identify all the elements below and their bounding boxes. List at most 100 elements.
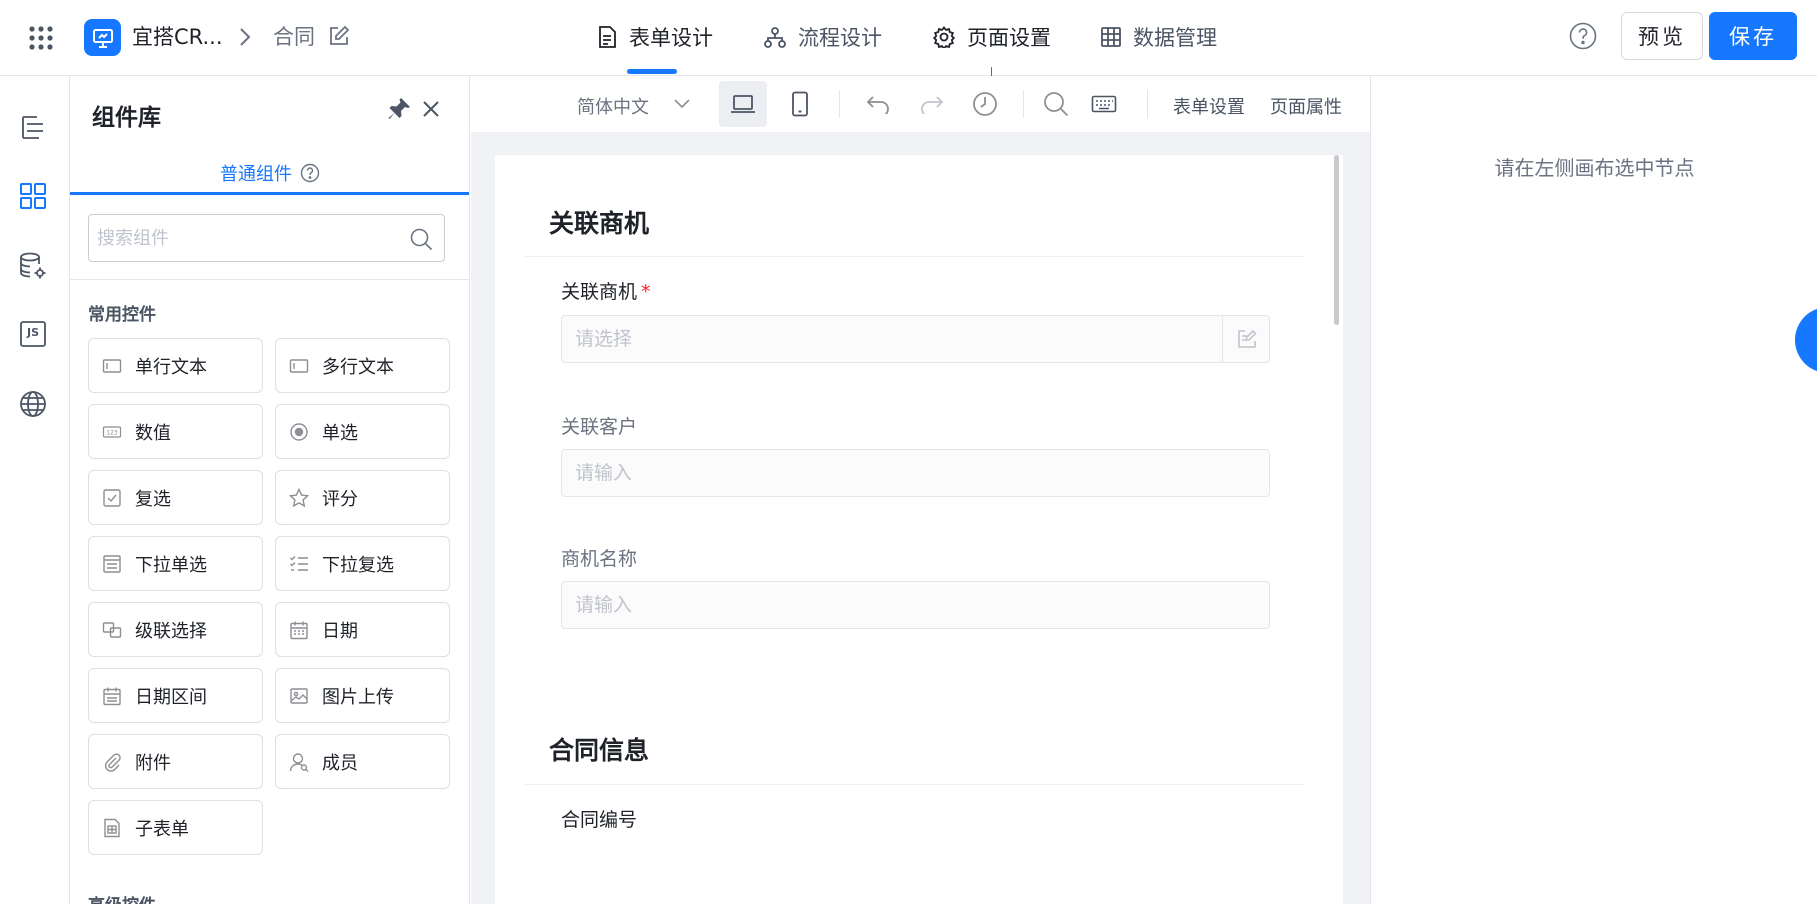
field-label: 商机名称 (561, 548, 638, 570)
desktop-view-button[interactable] (719, 81, 767, 127)
chevron-down-icon[interactable] (673, 98, 691, 110)
component-single-line-text[interactable]: 单行文本 (88, 338, 263, 393)
member-icon (289, 752, 309, 772)
tab-common-components[interactable]: 普通组件 (70, 156, 469, 190)
search-button[interactable] (1032, 81, 1080, 127)
component-label: 附件 (135, 752, 171, 774)
divider (839, 90, 840, 118)
active-tab-indicator (627, 69, 677, 74)
tab-form-design[interactable]: 表单设计 (597, 22, 713, 52)
component-rating[interactable]: 评分 (275, 470, 450, 525)
js-icon[interactable]: JS (18, 319, 48, 349)
redo-button[interactable] (908, 81, 956, 127)
radio-icon (289, 422, 309, 442)
component-multi-line-text[interactable]: 多行文本 (275, 338, 450, 393)
tab-page-settings[interactable]: 页面设置 (933, 22, 1051, 52)
divider (1147, 90, 1148, 118)
redo-icon (919, 94, 945, 114)
undo-button[interactable] (854, 81, 902, 127)
search-input[interactable] (89, 215, 399, 261)
component-member[interactable]: 成员 (275, 734, 450, 789)
form-settings-link[interactable]: 表单设置 (1173, 93, 1245, 119)
divider (70, 279, 469, 280)
star-icon (289, 487, 309, 508)
mobile-view-button[interactable] (776, 81, 824, 127)
component-label: 日期区间 (135, 686, 207, 708)
component-label: 下拉复选 (322, 554, 394, 576)
preview-button[interactable]: 预览 (1621, 12, 1703, 60)
divider (525, 784, 1305, 785)
tab-marker (991, 67, 992, 76)
components-icon[interactable] (18, 181, 48, 211)
component-dropdown-select[interactable]: 下拉单选 (88, 536, 263, 591)
component-search (88, 214, 445, 262)
page-name[interactable]: 合同 (273, 22, 315, 52)
component-label: 成员 (322, 752, 358, 774)
table-icon (1101, 27, 1121, 47)
component-label: 级联选择 (135, 620, 207, 642)
component-image-upload[interactable]: 图片上传 (275, 668, 450, 723)
edit-icon[interactable] (328, 25, 350, 47)
close-icon[interactable] (421, 99, 441, 119)
component-attachment[interactable]: 附件 (88, 734, 263, 789)
component-label: 复选 (135, 488, 171, 510)
app-logo-icon[interactable] (84, 19, 121, 56)
app-name[interactable]: 宜搭CR... (132, 22, 223, 52)
datasource-icon[interactable] (18, 251, 48, 281)
page-properties-link[interactable]: 页面属性 (1270, 93, 1342, 119)
history-button[interactable] (961, 81, 1009, 127)
component-label: 评分 (322, 488, 358, 510)
outline-icon[interactable] (18, 112, 48, 142)
section-title[interactable]: 关联商机 (549, 204, 649, 240)
component-radio[interactable]: 单选 (275, 404, 450, 459)
image-upload-icon (289, 686, 309, 706)
component-checkbox[interactable]: 复选 (88, 470, 263, 525)
component-subform[interactable]: 子表单 (88, 800, 263, 855)
select-record-button[interactable] (1222, 315, 1270, 363)
number-icon: 123 (102, 422, 122, 442)
component-label: 图片上传 (322, 686, 394, 708)
related-opportunity-select[interactable] (561, 315, 1270, 363)
single-line-text-icon (102, 356, 122, 376)
clock-icon (972, 91, 998, 117)
date-icon (289, 620, 309, 640)
section-title[interactable]: 合同信息 (549, 731, 649, 767)
component-label: 数值 (135, 422, 171, 444)
field-label: 合同编号 (561, 809, 638, 831)
app-grid-icon[interactable] (28, 25, 54, 51)
tab-data-management[interactable]: 数据管理 (1101, 22, 1217, 52)
component-number[interactable]: 123 数值 (88, 404, 263, 459)
top-bar: 宜搭CR... 合同 表单设计 流程设计 页面设置 数据管理 预览 保存 (0, 0, 1817, 76)
language-select[interactable]: 简体中文 (577, 93, 649, 119)
opportunity-name-input[interactable] (561, 581, 1270, 629)
multi-line-text-icon (289, 356, 309, 376)
save-button[interactable]: 保存 (1709, 12, 1797, 60)
phone-icon (791, 91, 809, 117)
form-select-icon (1236, 328, 1258, 350)
component-date[interactable]: 日期 (275, 602, 450, 657)
globe-icon[interactable] (18, 389, 48, 419)
field-label-text: 关联商机 (561, 281, 638, 303)
component-cascade[interactable]: 级联选择 (88, 602, 263, 657)
help-icon[interactable] (1569, 22, 1597, 50)
component-panel: 组件库 普通组件 常用控件 单行文本 多行文本 123 数值 单选 复选 (70, 76, 470, 904)
related-customer-input[interactable] (561, 449, 1270, 497)
js-label: JS (26, 326, 39, 339)
canvas-scrollbar[interactable] (1334, 155, 1339, 325)
component-dropdown-multiselect[interactable]: 下拉复选 (275, 536, 450, 591)
search-icon[interactable] (409, 227, 433, 251)
subform-icon (102, 818, 122, 838)
pin-icon[interactable] (386, 96, 412, 122)
component-label: 单选 (322, 422, 358, 444)
component-label: 日期 (322, 620, 358, 642)
question-icon[interactable] (300, 163, 320, 183)
component-date-range[interactable]: 日期区间 (88, 668, 263, 723)
undo-icon (865, 94, 891, 114)
tab-flow-design[interactable]: 流程设计 (764, 22, 882, 52)
chevron-right-icon (238, 27, 252, 47)
keyboard-icon (1091, 94, 1117, 114)
form-canvas: 关联商机 关联商机* 关联客户 商机名称 合同信息 合同编号 (495, 155, 1343, 904)
shortcut-button[interactable] (1080, 81, 1128, 127)
cascade-icon (102, 620, 122, 640)
required-mark: * (641, 281, 651, 303)
